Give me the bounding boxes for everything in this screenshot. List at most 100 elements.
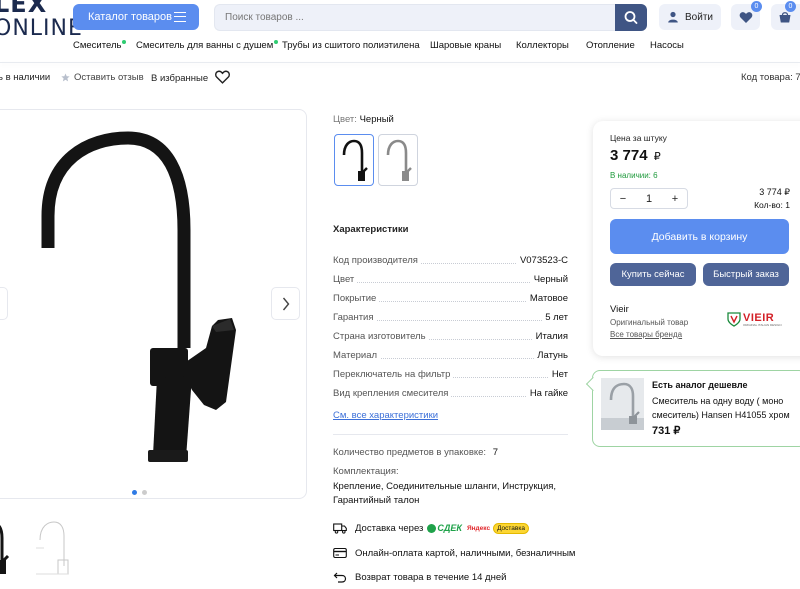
login-button[interactable]: Войти [659,4,721,30]
thumbnail-line-drawing[interactable] [34,518,70,576]
payment-label: Онлайн-оплата картой, наличными, безнали… [355,547,576,559]
brand-shield-icon [727,312,741,327]
return-row: Возврат товара в течение 14 дней [333,571,506,583]
favorites-label: В избранные [151,72,209,84]
color-value: Черный [359,114,394,125]
cart-icon [779,11,791,22]
cdek-logo-text: СДЕК [437,523,462,533]
color-swatch-chrome[interactable] [378,134,418,186]
minus-button[interactable]: − [611,193,635,205]
brand-logo[interactable]: VIEIR ORIGINAL ITALIAN DESIGN [727,312,782,327]
nav-item-label: Смеситель [73,40,122,51]
nav-item-pumps[interactable]: Насосы [650,40,684,51]
spec-key: Вид крепления смесителя [333,388,452,399]
analog-image-graphic [601,378,644,430]
return-label: Возврат товара в течение 14 дней [355,571,507,583]
thumbnail-black-image [0,525,10,574]
logo-line1: LEX [0,0,48,18]
favorites-button[interactable]: 0 [731,1,762,30]
spec-key: Цвет [333,274,358,285]
login-label: Войти [685,11,713,23]
cart-count-badge: 0 [785,1,796,12]
nav-item-ball-valves[interactable]: Шаровые краны [430,40,501,51]
spec-row: Цвет Черный [333,272,568,285]
nav-item-label: Коллекторы [516,40,569,51]
color-swatch-black[interactable] [334,134,374,186]
nav-item-bath-mixer[interactable]: Смеситель для ванны с душем [136,40,279,51]
gallery-prev-button[interactable] [0,287,8,320]
catalog-button-label: Каталог товаров [88,11,172,23]
brand-logo-subtext: ORIGINAL ITALIAN DESIGN [743,322,782,327]
characteristics-title: Характеристики [333,224,409,235]
spec-value: 5 лет [542,312,568,323]
spec-value: Италия [532,331,568,342]
stock-count: В наличии: 6 [610,171,658,180]
truck-icon [333,523,347,534]
nav-item-pex-pipes[interactable]: Трубы из сшитого полиэтилена [282,40,420,51]
spec-row: Вид крепления смесителя На гайке [333,386,568,399]
delivery-row: Доставка через СДЕК Яндекс Доставка [333,522,529,534]
review-link[interactable]: Оставить отзыв [61,72,144,83]
color-label: Цвет: [333,114,357,125]
spec-key: Код производителя [333,255,421,266]
gallery-pagination [132,486,152,498]
plus-button[interactable]: + [663,193,687,205]
spec-key: Гарантия [333,312,377,323]
favorites-count-badge: 0 [751,1,762,12]
package-qty-label: Количество предметов в упаковке: [333,447,487,458]
heart-outline-icon [215,70,231,84]
search-button[interactable] [615,4,647,31]
currency: ₽ [653,151,661,163]
original-product-label: Оригинальный товар [610,318,689,327]
sku: Код товара: 74 [741,72,800,83]
spec-value: Нет [548,369,568,380]
search-input[interactable]: Поиск товаров ... [214,4,615,31]
swatch-chrome-image [386,139,412,181]
stock-status: ь в наличии [0,72,51,83]
price-value: 3 774 [610,147,648,164]
spec-value: V073523-C [516,255,568,266]
spec-key: Покрытие [333,293,380,304]
card-icon [333,547,347,559]
new-indicator-dot [122,40,127,44]
divider [333,434,568,435]
spec-row: Гарантия 5 лет [333,310,568,323]
brand-products-link[interactable]: Все товары бренда [610,330,682,339]
logo[interactable]: LEX ONLINE [0,0,83,40]
menu-icon [174,12,186,22]
nav-item-collectors[interactable]: Коллекторы [516,40,569,51]
kit-value: Крепление, Соединительные шланги, Инстру… [333,481,557,506]
line-total: 3 774 ₽ [759,187,790,197]
cart-button[interactable]: 0 [771,1,800,30]
product-image[interactable] [30,120,260,470]
yandex-logo: Яндекс [466,524,491,532]
spec-row: Покрытие Матовое [333,291,568,304]
swatch-black-image [342,139,368,181]
spec-key: Материал [333,350,381,361]
spec-key: Страна изготовитель [333,331,429,342]
pagination-dot[interactable] [142,490,147,495]
add-to-favorites[interactable]: В избранные [151,70,231,84]
all-characteristics-link[interactable]: См. все характеристики [333,410,438,421]
analog-description[interactable]: Смеситель на одну воду ( моно смеситель)… [652,394,800,422]
header-divider [0,62,800,63]
pagination-dot-active[interactable] [132,490,137,495]
spec-row: Страна изготовитель Италия [333,329,568,342]
price: 3 774 ₽ [610,147,661,164]
search-placeholder: Поиск товаров ... [225,12,304,23]
add-to-cart-button[interactable]: Добавить в корзину [610,219,789,254]
analog-image[interactable] [601,378,644,430]
thumbnail-drawing-image [36,521,69,575]
gallery-next-button[interactable] [271,287,300,320]
catalog-button[interactable]: Каталог товаров [73,4,199,30]
brand-logo-text: VIEIR [743,311,775,324]
spec-value: Латунь [534,350,568,361]
quick-order-button[interactable]: Быстрый заказ [703,263,789,286]
thumbnail-black[interactable] [0,518,18,576]
nav-item-heating[interactable]: Отопление [586,40,635,51]
heart-icon [739,11,752,23]
buy-now-button[interactable]: Купить сейчас [610,263,696,286]
quantity-value[interactable]: 1 [637,193,661,205]
nav-item-mixer[interactable]: Смеситель [73,40,127,51]
quantity-stepper[interactable]: − 1 + [610,188,688,209]
